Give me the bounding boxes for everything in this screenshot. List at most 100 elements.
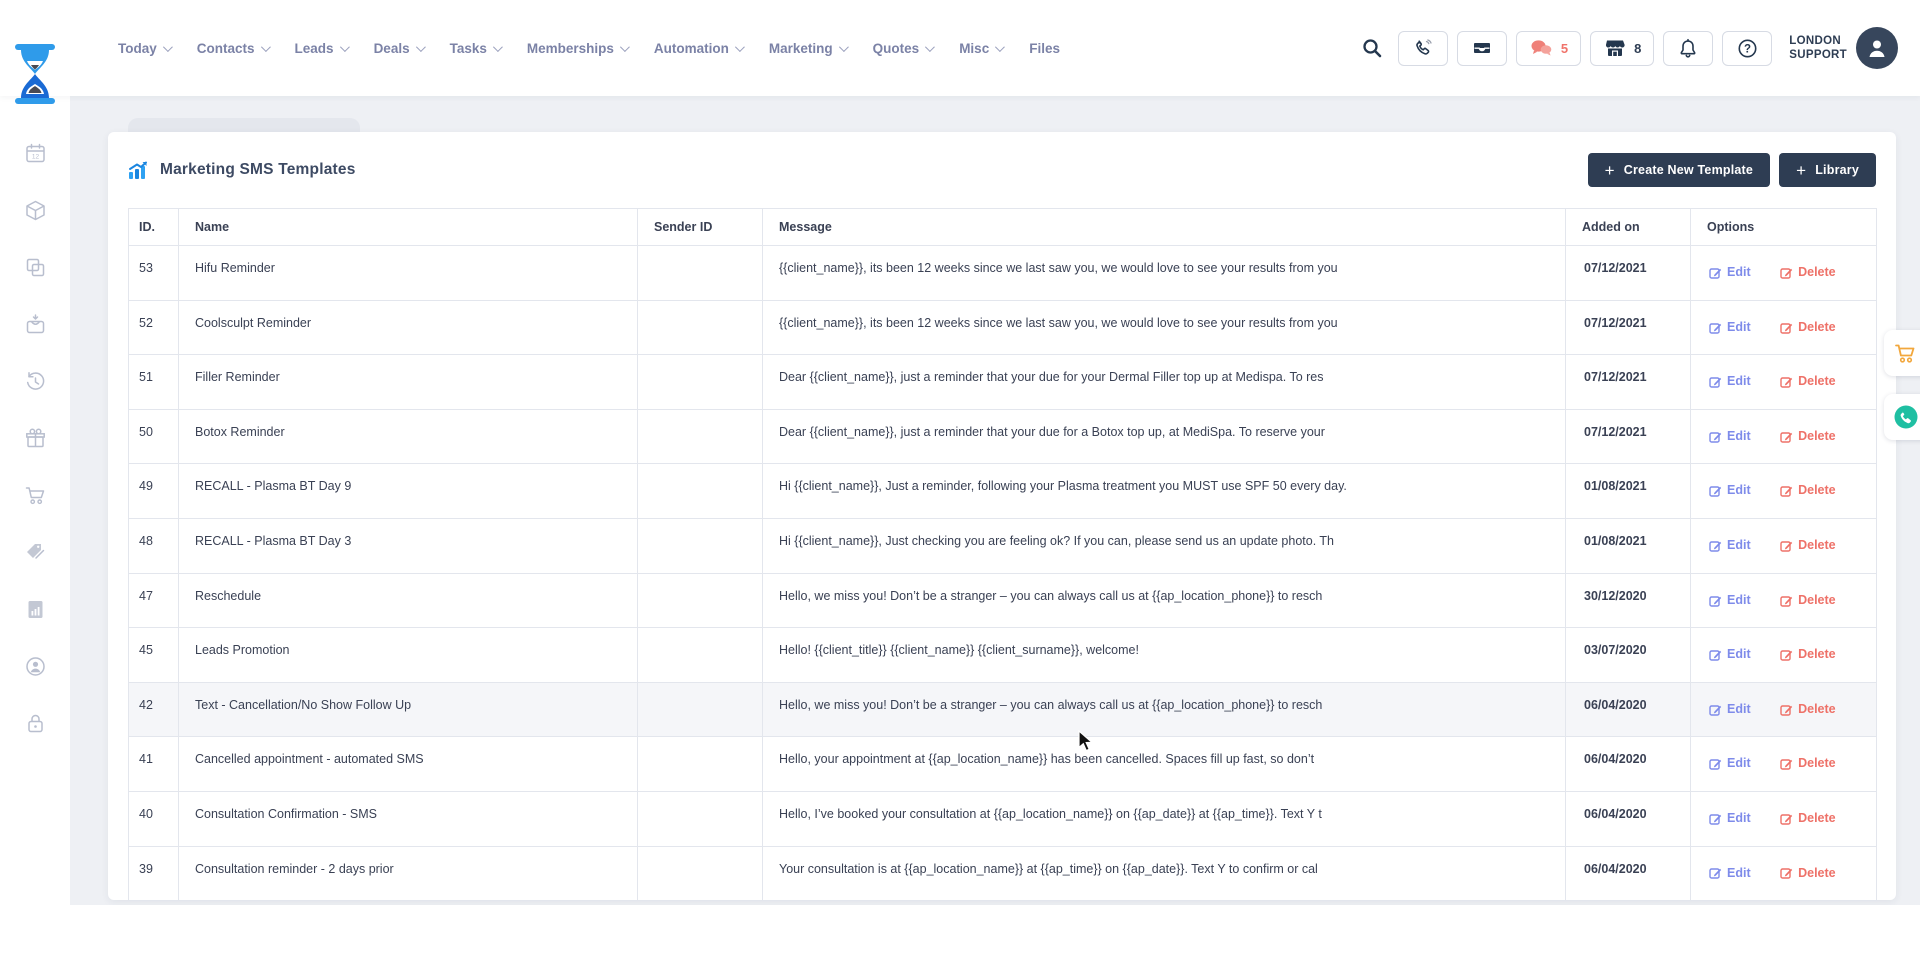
nav-item[interactable]: Misc bbox=[959, 41, 1002, 56]
calendar-icon[interactable]: 12 bbox=[24, 142, 47, 165]
brand-logo[interactable] bbox=[12, 44, 58, 104]
edit-button[interactable]: Edit bbox=[1709, 646, 1751, 663]
delete-icon bbox=[1780, 430, 1793, 443]
delete-button[interactable]: Delete bbox=[1780, 319, 1836, 336]
delete-button[interactable]: Delete bbox=[1780, 701, 1836, 718]
edit-button[interactable]: Edit bbox=[1709, 537, 1751, 554]
templates-table: ID. Name Sender ID Message Added on Opti… bbox=[128, 208, 1877, 901]
edit-button[interactable]: Edit bbox=[1709, 482, 1751, 499]
basket-icon[interactable] bbox=[24, 313, 47, 336]
nav-item[interactable]: Tasks bbox=[450, 41, 500, 56]
table-row[interactable]: 53 Hifu Reminder {{client_name}}, its be… bbox=[129, 246, 1877, 301]
page-title: Marketing SMS Templates bbox=[128, 161, 356, 179]
delete-button[interactable]: Delete bbox=[1780, 373, 1836, 390]
report-icon[interactable] bbox=[24, 598, 47, 621]
tags-icon[interactable] bbox=[24, 541, 47, 564]
header-buttons: + Create New Template + Library bbox=[1588, 153, 1876, 187]
edit-button[interactable]: Edit bbox=[1709, 373, 1751, 390]
edit-button[interactable]: Edit bbox=[1709, 319, 1751, 336]
cell-name: Filler Reminder bbox=[179, 355, 638, 410]
table-row[interactable]: 48 RECALL - Plasma BT Day 3 Hi {{client_… bbox=[129, 518, 1877, 573]
cell-id: 39 bbox=[129, 846, 179, 901]
chevron-down-icon bbox=[493, 42, 503, 52]
library-button[interactable]: + Library bbox=[1779, 153, 1876, 187]
user-icon[interactable] bbox=[24, 655, 47, 678]
gift-icon[interactable] bbox=[24, 427, 47, 450]
main-nav: Today Contacts Leads Deals Tasks Members… bbox=[118, 0, 1060, 96]
chevron-down-icon bbox=[839, 42, 849, 52]
table-row[interactable]: 52 Coolsculpt Reminder {{client_name}}, … bbox=[129, 300, 1877, 355]
inbox-icon bbox=[1471, 38, 1493, 58]
col-message: Message bbox=[763, 209, 1566, 246]
table-row[interactable]: 51 Filler Reminder Dear {{client_name}},… bbox=[129, 355, 1877, 410]
table-row[interactable]: 45 Leads Promotion Hello! {{client_title… bbox=[129, 628, 1877, 683]
delete-button[interactable]: Delete bbox=[1780, 537, 1836, 554]
inbox-button[interactable] bbox=[1457, 31, 1507, 66]
cell-id: 48 bbox=[129, 518, 179, 573]
lock-icon[interactable] bbox=[24, 712, 47, 735]
cell-sender-id bbox=[638, 246, 763, 301]
table-row[interactable]: 42 Text - Cancellation/No Show Follow Up… bbox=[129, 682, 1877, 737]
delete-button[interactable]: Delete bbox=[1780, 865, 1836, 882]
edit-button[interactable]: Edit bbox=[1709, 755, 1751, 772]
nav-item[interactable]: Contacts bbox=[197, 41, 268, 56]
table-row[interactable]: 50 Botox Reminder Dear {{client_name}}, … bbox=[129, 409, 1877, 464]
edit-button[interactable]: Edit bbox=[1709, 264, 1751, 281]
edit-button[interactable]: Edit bbox=[1709, 592, 1751, 609]
avatar[interactable] bbox=[1856, 27, 1898, 69]
chat-button[interactable]: 5 bbox=[1516, 31, 1581, 66]
delete-button[interactable]: Delete bbox=[1780, 755, 1836, 772]
cell-name: Text - Cancellation/No Show Follow Up bbox=[179, 682, 638, 737]
table-row[interactable]: 39 Consultation reminder - 2 days prior … bbox=[129, 846, 1877, 901]
cell-added-on: 07/12/2021 bbox=[1566, 355, 1691, 410]
templates-table-wrap: ID. Name Sender ID Message Added on Opti… bbox=[108, 208, 1896, 901]
store-button[interactable]: 8 bbox=[1590, 31, 1654, 66]
delete-button[interactable]: Delete bbox=[1780, 428, 1836, 445]
delete-button[interactable]: Delete bbox=[1780, 646, 1836, 663]
plus-icon: + bbox=[1605, 162, 1615, 179]
chevron-down-icon bbox=[925, 42, 935, 52]
package-icon[interactable] bbox=[24, 199, 47, 222]
nav-item[interactable]: Files bbox=[1029, 41, 1060, 56]
copies-icon[interactable] bbox=[24, 256, 47, 279]
floating-whatsapp-button[interactable] bbox=[1884, 394, 1920, 440]
nav-item[interactable]: Today bbox=[118, 41, 170, 56]
delete-button[interactable]: Delete bbox=[1780, 592, 1836, 609]
delete-button[interactable]: Delete bbox=[1780, 264, 1836, 281]
delete-icon bbox=[1780, 484, 1793, 497]
phone-button[interactable] bbox=[1398, 31, 1448, 66]
hourglass-logo bbox=[12, 44, 58, 104]
delete-button[interactable]: Delete bbox=[1780, 482, 1836, 499]
help-button[interactable]: ? bbox=[1722, 31, 1772, 66]
nav-item[interactable]: Leads bbox=[295, 41, 347, 56]
search-icon[interactable] bbox=[1361, 37, 1383, 59]
delete-icon bbox=[1780, 648, 1793, 661]
col-id: ID. bbox=[129, 209, 179, 246]
edit-button[interactable]: Edit bbox=[1709, 428, 1751, 445]
cell-message: Hello! {{client_title}} {{client_name}} … bbox=[763, 628, 1566, 683]
nav-item[interactable]: Quotes bbox=[873, 41, 933, 56]
cell-id: 47 bbox=[129, 573, 179, 628]
edit-button[interactable]: Edit bbox=[1709, 701, 1751, 718]
edit-icon bbox=[1709, 266, 1722, 279]
table-row[interactable]: 41 Cancelled appointment - automated SMS… bbox=[129, 737, 1877, 792]
cell-name: Consultation Confirmation - SMS bbox=[179, 791, 638, 846]
nav-item[interactable]: Deals bbox=[374, 41, 423, 56]
delete-icon bbox=[1780, 375, 1793, 388]
table-row[interactable]: 49 RECALL - Plasma BT Day 9 Hi {{client_… bbox=[129, 464, 1877, 519]
history-icon[interactable] bbox=[24, 370, 47, 393]
table-row[interactable]: 40 Consultation Confirmation - SMS Hello… bbox=[129, 791, 1877, 846]
cart-icon[interactable] bbox=[24, 484, 47, 507]
nav-item[interactable]: Automation bbox=[654, 41, 742, 56]
edit-button[interactable]: Edit bbox=[1709, 865, 1751, 882]
cell-added-on: 07/12/2021 bbox=[1566, 409, 1691, 464]
edit-button[interactable]: Edit bbox=[1709, 810, 1751, 827]
floating-cart-button[interactable] bbox=[1884, 330, 1920, 376]
create-new-template-button[interactable]: + Create New Template bbox=[1588, 153, 1770, 187]
cell-options: Edit Delete bbox=[1691, 246, 1877, 301]
nav-item[interactable]: Memberships bbox=[527, 41, 627, 56]
notifications-button[interactable] bbox=[1663, 31, 1713, 66]
delete-button[interactable]: Delete bbox=[1780, 810, 1836, 827]
table-row[interactable]: 47 Reschedule Hello, we miss you! Don’t … bbox=[129, 573, 1877, 628]
nav-item[interactable]: Marketing bbox=[769, 41, 846, 56]
